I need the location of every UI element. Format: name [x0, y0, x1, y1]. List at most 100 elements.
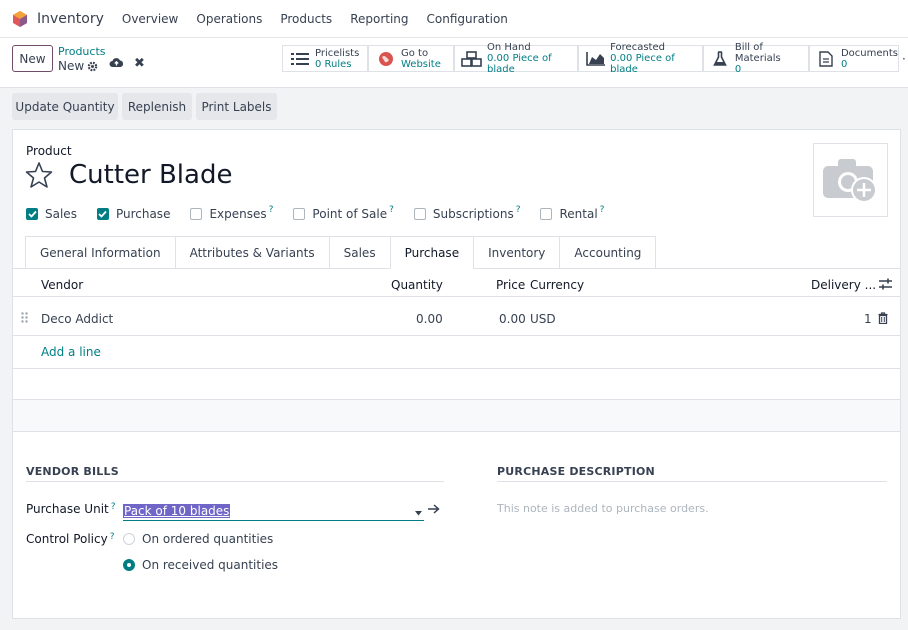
product-flags: Sales Purchase Expenses? Point of Sale? …	[26, 205, 624, 221]
checkbox-purchase[interactable]: Purchase	[96, 207, 170, 221]
help-tooltip-icon[interactable]: ?	[269, 205, 274, 215]
cell-delivery[interactable]: 1	[864, 312, 872, 326]
radio-selected-icon[interactable]	[123, 559, 135, 571]
favorite-star-icon[interactable]	[25, 161, 53, 189]
smart-button-pricelists[interactable]: Pricelists 0 Rules	[282, 45, 368, 72]
purchase-description-input[interactable]: This note is added to purchase orders.	[497, 502, 709, 515]
camera-add-icon	[822, 159, 877, 203]
radio-unselected-icon[interactable]	[123, 533, 135, 545]
radio-ordered-quantities[interactable]: On ordered quantities	[123, 532, 273, 546]
breadcrumb-current-label: New	[58, 59, 85, 73]
list-icon	[289, 52, 311, 66]
checkbox-label: Expenses	[209, 207, 267, 221]
print-labels-button[interactable]: Print Labels	[196, 93, 277, 120]
help-tooltip-icon[interactable]: ?	[111, 502, 116, 512]
column-header-price[interactable]: Price	[496, 278, 525, 292]
checkbox-unchecked-icon[interactable]	[190, 208, 203, 220]
globe-icon	[375, 51, 397, 67]
nav-overview[interactable]: Overview	[122, 12, 179, 26]
smart-button-on-hand[interactable]: On Hand 0.00 Piece of blade	[454, 42, 578, 75]
caret-down-icon[interactable]	[415, 505, 422, 519]
smart-label: Bill of Materials	[734, 42, 781, 64]
control-policy-label: Control Policy?	[26, 532, 115, 546]
help-tooltip-icon[interactable]: ?	[110, 532, 115, 542]
nav-operations[interactable]: Operations	[196, 12, 262, 26]
nav-reporting[interactable]: Reporting	[350, 12, 408, 26]
form-tabs: General Information Attributes & Variant…	[25, 236, 657, 269]
breadcrumb-products[interactable]: Products	[58, 45, 106, 58]
smart-value: 0 Rules	[315, 58, 352, 70]
smart-value: 0	[734, 64, 742, 75]
cell-quantity[interactable]: 0.00	[416, 312, 443, 326]
smart-label: Go to	[401, 47, 429, 59]
product-name[interactable]: Cutter Blade	[69, 160, 232, 190]
help-tooltip-icon[interactable]: ?	[600, 205, 605, 215]
checkbox-unchecked-icon[interactable]	[413, 208, 426, 220]
row-divider	[13, 335, 900, 336]
more-buttons-icon[interactable]: ·	[902, 52, 906, 66]
smart-button-bom[interactable]: Bill of Materials 0	[703, 42, 809, 75]
purchase-unit-label: Purchase Unit?	[26, 502, 116, 516]
radio-label: On received quantities	[142, 558, 279, 572]
checkbox-rental[interactable]: Rental?	[540, 205, 605, 221]
control-panel: New Products New ✖ Pricelists 0 Rules Go …	[0, 38, 908, 88]
optional-columns-toggle-icon[interactable]	[879, 278, 892, 293]
top-navbar: Inventory Overview Operations Products R…	[0, 0, 908, 38]
nav-products[interactable]: Products	[280, 12, 332, 26]
tab-general-information[interactable]: General Information	[25, 236, 175, 269]
gear-icon[interactable]	[87, 61, 98, 72]
internal-link-arrow-icon[interactable]	[428, 503, 440, 517]
smart-label: Forecasted	[610, 42, 665, 53]
smart-button-website[interactable]: Go to Website	[368, 45, 454, 72]
inventory-app-icon[interactable]	[11, 10, 29, 28]
checkbox-point-of-sale[interactable]: Point of Sale?	[293, 205, 394, 221]
tab-inventory[interactable]: Inventory	[473, 236, 560, 269]
checkbox-subscriptions[interactable]: Subscriptions?	[413, 205, 521, 221]
column-header-currency[interactable]: Currency	[530, 278, 584, 292]
document-icon	[816, 50, 837, 67]
smart-button-documents[interactable]: Documents 0	[809, 45, 899, 72]
trash-icon[interactable]	[878, 312, 888, 327]
section-divider	[497, 481, 887, 482]
checkbox-unchecked-icon[interactable]	[540, 208, 553, 220]
app-name[interactable]: Inventory	[37, 11, 104, 27]
checkbox-unchecked-icon[interactable]	[293, 208, 306, 220]
cell-vendor[interactable]: Deco Addict	[41, 312, 113, 326]
checkbox-checked-icon[interactable]	[26, 208, 38, 220]
cell-price[interactable]: 0.00	[499, 312, 526, 326]
help-tooltip-icon[interactable]: ?	[389, 205, 394, 215]
radio-received-quantities[interactable]: On received quantities	[123, 558, 278, 572]
nav-configuration[interactable]: Configuration	[427, 12, 508, 26]
column-header-quantity[interactable]: Quantity	[391, 278, 443, 292]
product-image-upload[interactable]	[813, 143, 888, 217]
help-tooltip-icon[interactable]: ?	[516, 205, 521, 215]
add-line-link[interactable]: Add a line	[41, 345, 101, 359]
purchase-description-heading: PURCHASE DESCRIPTION	[497, 465, 655, 478]
cell-currency[interactable]: USD	[530, 312, 556, 326]
column-header-vendor[interactable]: Vendor	[41, 278, 83, 292]
row-divider	[13, 431, 900, 432]
save-cloud-icon[interactable]	[109, 57, 124, 71]
column-header-delivery[interactable]: Delivery ...	[811, 278, 876, 292]
checkbox-expenses[interactable]: Expenses?	[190, 205, 274, 221]
smart-label: Documents	[840, 47, 898, 59]
discard-close-icon[interactable]: ✖	[134, 56, 145, 71]
update-quantity-button[interactable]: Update Quantity	[12, 93, 118, 120]
tab-sales[interactable]: Sales	[328, 236, 390, 269]
purchase-unit-value[interactable]: Pack of 10 blades	[123, 503, 231, 518]
tab-attributes-variants[interactable]: Attributes & Variants	[174, 236, 329, 269]
new-button[interactable]: New	[12, 45, 53, 72]
smart-button-forecasted[interactable]: Forecasted 0.00 Piece of blade	[578, 42, 703, 75]
tab-purchase[interactable]: Purchase	[389, 236, 474, 269]
vendor-bills-heading: VENDOR BILLS	[26, 465, 119, 478]
checkbox-sales[interactable]: Sales	[26, 207, 77, 221]
purchase-unit-label-text: Purchase Unit	[26, 502, 109, 516]
purchase-unit-select[interactable]: Pack of 10 blades	[123, 501, 424, 521]
empty-row	[13, 400, 900, 431]
replenish-button[interactable]: Replenish	[122, 93, 192, 120]
checkbox-checked-icon[interactable]	[96, 208, 109, 220]
tab-accounting[interactable]: Accounting	[559, 236, 657, 269]
empty-row	[13, 369, 900, 399]
smart-label: On Hand	[487, 42, 531, 53]
drag-handle-icon[interactable]	[21, 312, 28, 326]
